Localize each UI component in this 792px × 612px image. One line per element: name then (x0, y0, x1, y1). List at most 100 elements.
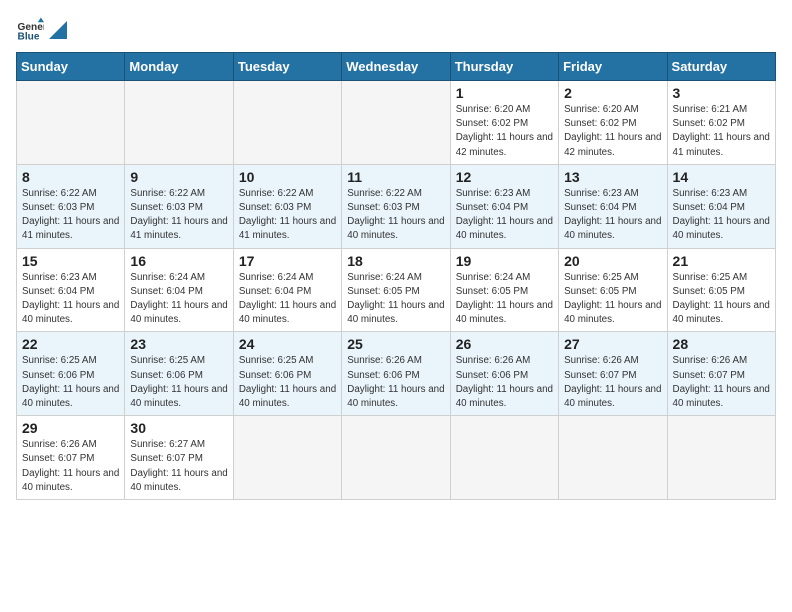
calendar-week-row: 22Sunrise: 6:25 AMSunset: 6:06 PMDayligh… (17, 332, 776, 416)
day-header-saturday: Saturday (667, 53, 775, 81)
day-info: Sunrise: 6:23 AMSunset: 6:04 PMDaylight:… (456, 187, 553, 244)
day-number: 14 (673, 169, 770, 185)
calendar-day-cell: 19 Sunrise: 6:24 AMSunset: 6:05 PMDayligh… (450, 248, 558, 332)
day-number: 9 (130, 169, 227, 185)
day-info: Sunrise: 6:25 AMSunset: 6:05 PMDaylight:… (564, 271, 661, 328)
day-info: Sunrise: 6:20 AMSunset: 6:02 PMDaylight:… (456, 103, 553, 160)
day-info: Sunrise: 6:20 AMSunset: 6:02 PMDaylight:… (564, 103, 661, 160)
header: General Blue (16, 16, 776, 44)
calendar-day-cell: 1 Sunrise: 6:20 AMSunset: 6:02 PMDaylight… (450, 81, 558, 165)
day-info: Sunrise: 6:22 AMSunset: 6:03 PMDaylight:… (239, 187, 336, 244)
calendar-table: SundayMondayTuesdayWednesdayThursdayFrid… (16, 52, 776, 500)
day-number: 29 (22, 420, 119, 436)
day-number: 16 (130, 253, 227, 269)
calendar-day-cell (559, 416, 667, 500)
day-number: 30 (130, 420, 227, 436)
calendar-day-cell: 14 Sunrise: 6:23 AMSunset: 6:04 PMDayligh… (667, 164, 775, 248)
day-number: 27 (564, 336, 661, 352)
day-info: Sunrise: 6:25 AMSunset: 6:05 PMDaylight:… (673, 271, 770, 328)
day-info: Sunrise: 6:26 AMSunset: 6:07 PMDaylight:… (564, 354, 661, 411)
day-number: 24 (239, 336, 336, 352)
logo-icon: General Blue (16, 16, 44, 44)
calendar-day-cell: 27 Sunrise: 6:26 AMSunset: 6:07 PMDayligh… (559, 332, 667, 416)
calendar-day-cell: 17 Sunrise: 6:24 AMSunset: 6:04 PMDayligh… (233, 248, 341, 332)
calendar-week-row: 1 Sunrise: 6:20 AMSunset: 6:02 PMDaylight… (17, 81, 776, 165)
calendar-day-cell: 13Sunrise: 6:23 AMSunset: 6:04 PMDayligh… (559, 164, 667, 248)
calendar-day-cell: 29 Sunrise: 6:26 AMSunset: 6:07 PMDayligh… (17, 416, 125, 500)
calendar-day-cell (17, 81, 125, 165)
day-info: Sunrise: 6:26 AMSunset: 6:07 PMDaylight:… (22, 438, 119, 495)
calendar-day-cell: 25 Sunrise: 6:26 AMSunset: 6:06 PMDayligh… (342, 332, 450, 416)
calendar-day-cell: 26 Sunrise: 6:26 AMSunset: 6:06 PMDayligh… (450, 332, 558, 416)
day-info: Sunrise: 6:24 AMSunset: 6:05 PMDaylight:… (456, 271, 553, 328)
day-header-sunday: Sunday (17, 53, 125, 81)
day-info: Sunrise: 6:27 AMSunset: 6:07 PMDaylight:… (130, 438, 227, 495)
day-number: 10 (239, 169, 336, 185)
calendar-day-cell: 3 Sunrise: 6:21 AMSunset: 6:02 PMDaylight… (667, 81, 775, 165)
day-info: Sunrise: 6:24 AMSunset: 6:04 PMDaylight:… (239, 271, 336, 328)
logo: General Blue (16, 16, 68, 44)
calendar-day-cell (233, 81, 341, 165)
day-info: Sunrise: 6:24 AMSunset: 6:04 PMDaylight:… (130, 271, 227, 328)
calendar-day-cell (125, 81, 233, 165)
day-info: Sunrise: 6:22 AMSunset: 6:03 PMDaylight:… (130, 187, 227, 244)
calendar-day-cell: 16 Sunrise: 6:24 AMSunset: 6:04 PMDayligh… (125, 248, 233, 332)
calendar-day-cell: 9 Sunrise: 6:22 AMSunset: 6:03 PMDaylight… (125, 164, 233, 248)
day-number: 2 (564, 85, 661, 101)
calendar-header-row: SundayMondayTuesdayWednesdayThursdayFrid… (17, 53, 776, 81)
calendar-day-cell: 30 Sunrise: 6:27 AMSunset: 6:07 PMDayligh… (125, 416, 233, 500)
calendar-day-cell (342, 81, 450, 165)
day-info: Sunrise: 6:25 AMSunset: 6:06 PMDaylight:… (130, 354, 227, 411)
day-info: Sunrise: 6:25 AMSunset: 6:06 PMDaylight:… (239, 354, 336, 411)
calendar-day-cell: 28Sunrise: 6:26 AMSunset: 6:07 PMDayligh… (667, 332, 775, 416)
day-number: 1 (456, 85, 553, 101)
day-info: Sunrise: 6:25 AMSunset: 6:06 PMDaylight:… (22, 354, 119, 411)
calendar-day-cell: 22Sunrise: 6:25 AMSunset: 6:06 PMDayligh… (17, 332, 125, 416)
day-header-tuesday: Tuesday (233, 53, 341, 81)
day-info: Sunrise: 6:22 AMSunset: 6:03 PMDaylight:… (347, 187, 444, 244)
day-number: 21 (673, 253, 770, 269)
calendar-day-cell: 24 Sunrise: 6:25 AMSunset: 6:06 PMDayligh… (233, 332, 341, 416)
day-info: Sunrise: 6:24 AMSunset: 6:05 PMDaylight:… (347, 271, 444, 328)
day-number: 18 (347, 253, 444, 269)
calendar-day-cell: 12 Sunrise: 6:23 AMSunset: 6:04 PMDayligh… (450, 164, 558, 248)
day-number: 8 (22, 169, 119, 185)
day-info: Sunrise: 6:26 AMSunset: 6:06 PMDaylight:… (347, 354, 444, 411)
day-number: 15 (22, 253, 119, 269)
calendar-day-cell: 20 Sunrise: 6:25 AMSunset: 6:05 PMDayligh… (559, 248, 667, 332)
day-number: 20 (564, 253, 661, 269)
day-info: Sunrise: 6:21 AMSunset: 6:02 PMDaylight:… (673, 103, 770, 160)
calendar-day-cell: 15 Sunrise: 6:23 AMSunset: 6:04 PMDayligh… (17, 248, 125, 332)
day-number: 25 (347, 336, 444, 352)
calendar-day-cell: 21 Sunrise: 6:25 AMSunset: 6:05 PMDayligh… (667, 248, 775, 332)
calendar-day-cell (233, 416, 341, 500)
logo-triangle-icon (49, 21, 67, 39)
day-info: Sunrise: 6:22 AMSunset: 6:03 PMDaylight:… (22, 187, 119, 244)
day-info: Sunrise: 6:23 AMSunset: 6:04 PMDaylight:… (673, 187, 770, 244)
day-number: 17 (239, 253, 336, 269)
calendar-day-cell: 11 Sunrise: 6:22 AMSunset: 6:03 PMDayligh… (342, 164, 450, 248)
day-number: 26 (456, 336, 553, 352)
calendar-day-cell: 18 Sunrise: 6:24 AMSunset: 6:05 PMDayligh… (342, 248, 450, 332)
calendar-week-row: 29 Sunrise: 6:26 AMSunset: 6:07 PMDayligh… (17, 416, 776, 500)
day-number: 19 (456, 253, 553, 269)
day-info: Sunrise: 6:23 AMSunset: 6:04 PMDaylight:… (22, 271, 119, 328)
day-header-friday: Friday (559, 53, 667, 81)
day-number: 3 (673, 85, 770, 101)
calendar-day-cell (450, 416, 558, 500)
day-number: 12 (456, 169, 553, 185)
day-number: 11 (347, 169, 444, 185)
svg-text:Blue: Blue (18, 31, 40, 42)
day-number: 13 (564, 169, 661, 185)
day-header-wednesday: Wednesday (342, 53, 450, 81)
calendar-day-cell: 23 Sunrise: 6:25 AMSunset: 6:06 PMDayligh… (125, 332, 233, 416)
calendar-day-cell: 10 Sunrise: 6:22 AMSunset: 6:03 PMDayligh… (233, 164, 341, 248)
calendar-week-row: 15 Sunrise: 6:23 AMSunset: 6:04 PMDayligh… (17, 248, 776, 332)
day-info: Sunrise: 6:26 AMSunset: 6:06 PMDaylight:… (456, 354, 553, 411)
calendar-day-cell (667, 416, 775, 500)
calendar-week-row: 8 Sunrise: 6:22 AMSunset: 6:03 PMDaylight… (17, 164, 776, 248)
day-number: 23 (130, 336, 227, 352)
calendar-day-cell (342, 416, 450, 500)
day-header-thursday: Thursday (450, 53, 558, 81)
calendar-day-cell: 2 Sunrise: 6:20 AMSunset: 6:02 PMDaylight… (559, 81, 667, 165)
